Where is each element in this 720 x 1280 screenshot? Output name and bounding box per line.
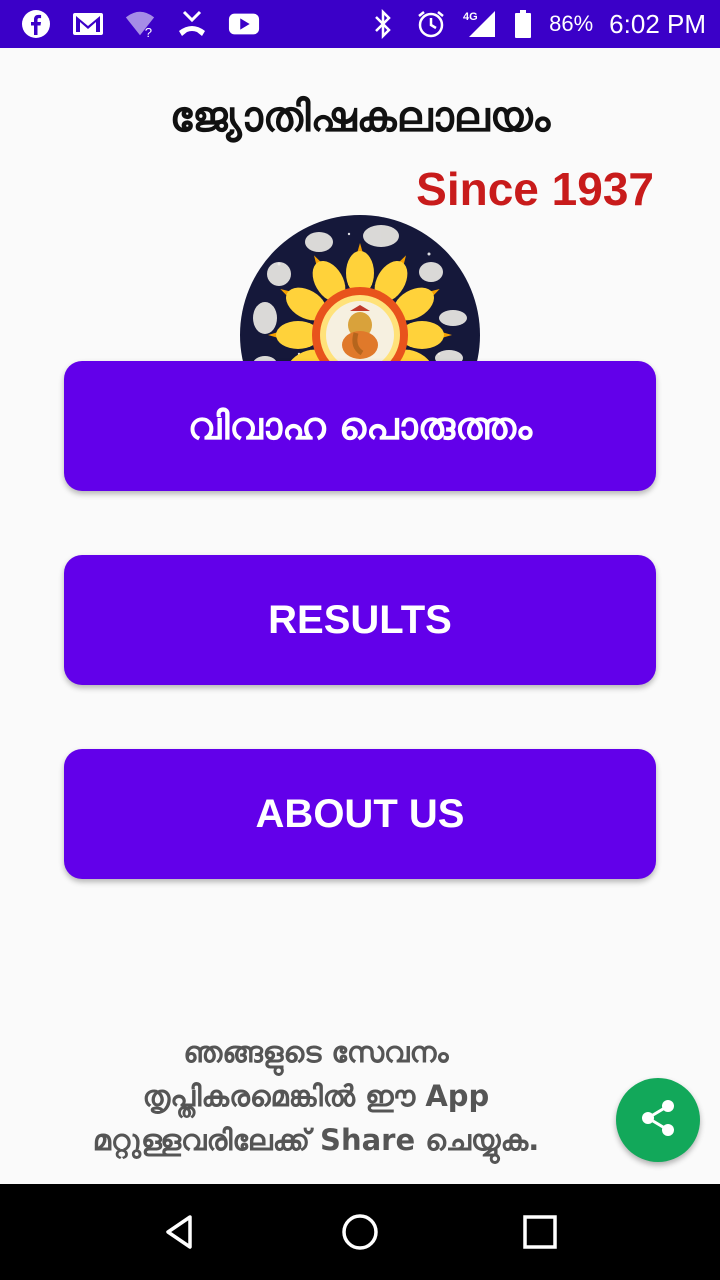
notification-icons: ?: [20, 8, 260, 40]
since-label: Since 1937: [416, 163, 654, 215]
share-prompt-line-3: മറ്റുള്ളവരിലേക്ക് Share ചെയ്യുക.: [92, 1123, 540, 1157]
recents-icon[interactable]: [510, 1202, 570, 1262]
system-indicators: 4G 86% 6:02 PM: [367, 8, 706, 40]
wifi-question-icon: ?: [124, 8, 156, 40]
zodiac-wheel-ganesha-logo: [239, 214, 481, 374]
page-title: ജ്യോതിഷകലാലയം: [169, 92, 551, 141]
home-icon[interactable]: [330, 1202, 390, 1262]
battery-icon: [513, 8, 533, 40]
facebook-icon: [20, 8, 52, 40]
share-prompt: ഞങ്ങളുടെ സേവനം തൃപ്തികരമെങ്കിൽ ഈ App മറ്…: [20, 1030, 612, 1162]
about-us-button[interactable]: ABOUT US: [64, 749, 656, 879]
status-bar: ? 4G 86% 6:02 PM: [0, 0, 720, 48]
clock: 6:02 PM: [609, 8, 706, 39]
share-prompt-line-2: തൃപ്തികരമെങ്കിൽ ഈ App: [142, 1079, 490, 1113]
share-button[interactable]: [616, 1078, 700, 1162]
navigation-bar: [0, 1184, 720, 1280]
alarm-icon: [415, 8, 447, 40]
svg-text:?: ?: [145, 25, 152, 39]
missed-call-icon: [176, 8, 208, 40]
results-button[interactable]: RESULTS: [64, 555, 656, 685]
bluetooth-icon: [367, 8, 399, 40]
network-type-label: 4G: [463, 11, 478, 23]
marriage-match-button[interactable]: വിവാഹ പൊരുത്തം: [64, 361, 656, 491]
youtube-icon: [228, 8, 260, 40]
gmail-icon: [72, 8, 104, 40]
back-icon[interactable]: [150, 1202, 210, 1262]
signal-4g-icon: 4G: [463, 8, 497, 40]
share-icon: [636, 1096, 680, 1144]
share-prompt-line-1: ഞങ്ങളുടെ സേവനം: [183, 1035, 449, 1069]
main-screen: ജ്യോതിഷകലാലയം Since 1937 വിവാഹ പൊരുത്തം …: [0, 48, 720, 1184]
battery-percentage: 86%: [549, 11, 594, 36]
